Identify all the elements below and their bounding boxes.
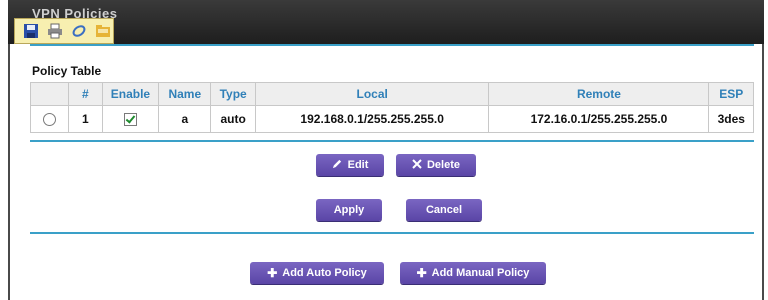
plus-icon: ✚ (267, 266, 278, 280)
policy-table-title: Policy Table (32, 64, 102, 78)
row-name: a (158, 105, 212, 133)
row-local: 192.168.0.1/255.255.255.0 (254, 105, 490, 133)
table-row: 1 a auto 192.168.0.1/255.255.255.0 172.1… (30, 105, 754, 133)
policy-table: # Enable Name Type Local Remote ESP 1 a … (30, 82, 754, 133)
add-auto-policy-label: Add Auto Policy (282, 267, 367, 279)
apply-button[interactable]: Apply (316, 199, 382, 221)
col-type: Type (210, 82, 256, 106)
edit-button-label: Edit (347, 159, 369, 171)
add-auto-policy-button[interactable]: ✚ Add Auto Policy (250, 262, 384, 284)
table-header-row: # Enable Name Type Local Remote ESP (30, 82, 754, 106)
row-enable-cell (101, 105, 160, 133)
col-select (30, 82, 69, 106)
col-local: Local (254, 82, 490, 106)
enable-checkbox[interactable] (123, 113, 137, 127)
print-icon[interactable] (45, 21, 65, 41)
cancel-button-label: Cancel (425, 204, 463, 216)
bottom-divider (30, 232, 754, 234)
title-bar: VPN Policies (8, 0, 764, 44)
attach-icon[interactable] (69, 21, 89, 41)
top-divider (30, 44, 754, 46)
col-remote: Remote (488, 82, 710, 106)
col-enable: Enable (101, 82, 160, 106)
add-manual-policy-button[interactable]: ✚ Add Manual Policy (400, 262, 546, 284)
apply-button-label: Apply (333, 204, 365, 216)
delete-button[interactable]: Delete (396, 154, 476, 176)
close-icon (412, 158, 422, 172)
row-select-cell (30, 105, 69, 133)
col-name: Name (158, 82, 212, 106)
plus-icon: ✚ (416, 266, 427, 280)
edit-button[interactable]: Edit (316, 154, 384, 176)
col-esp: ESP (708, 82, 754, 106)
row-select-radio[interactable] (42, 113, 56, 127)
row-type: auto (210, 105, 256, 133)
row-remote: 172.16.0.1/255.255.255.0 (488, 105, 710, 133)
pencil-icon (332, 158, 343, 172)
icon-toolbar (14, 18, 114, 44)
save-icon[interactable] (21, 21, 41, 41)
folder-icon[interactable] (93, 21, 113, 41)
row-esp: 3des (708, 105, 754, 133)
delete-button-label: Delete (426, 159, 461, 171)
add-manual-policy-label: Add Manual Policy (431, 267, 530, 279)
table-divider (30, 140, 754, 142)
row-index: 1 (67, 105, 103, 133)
cancel-button[interactable]: Cancel (406, 199, 482, 221)
col-index: # (67, 82, 103, 106)
